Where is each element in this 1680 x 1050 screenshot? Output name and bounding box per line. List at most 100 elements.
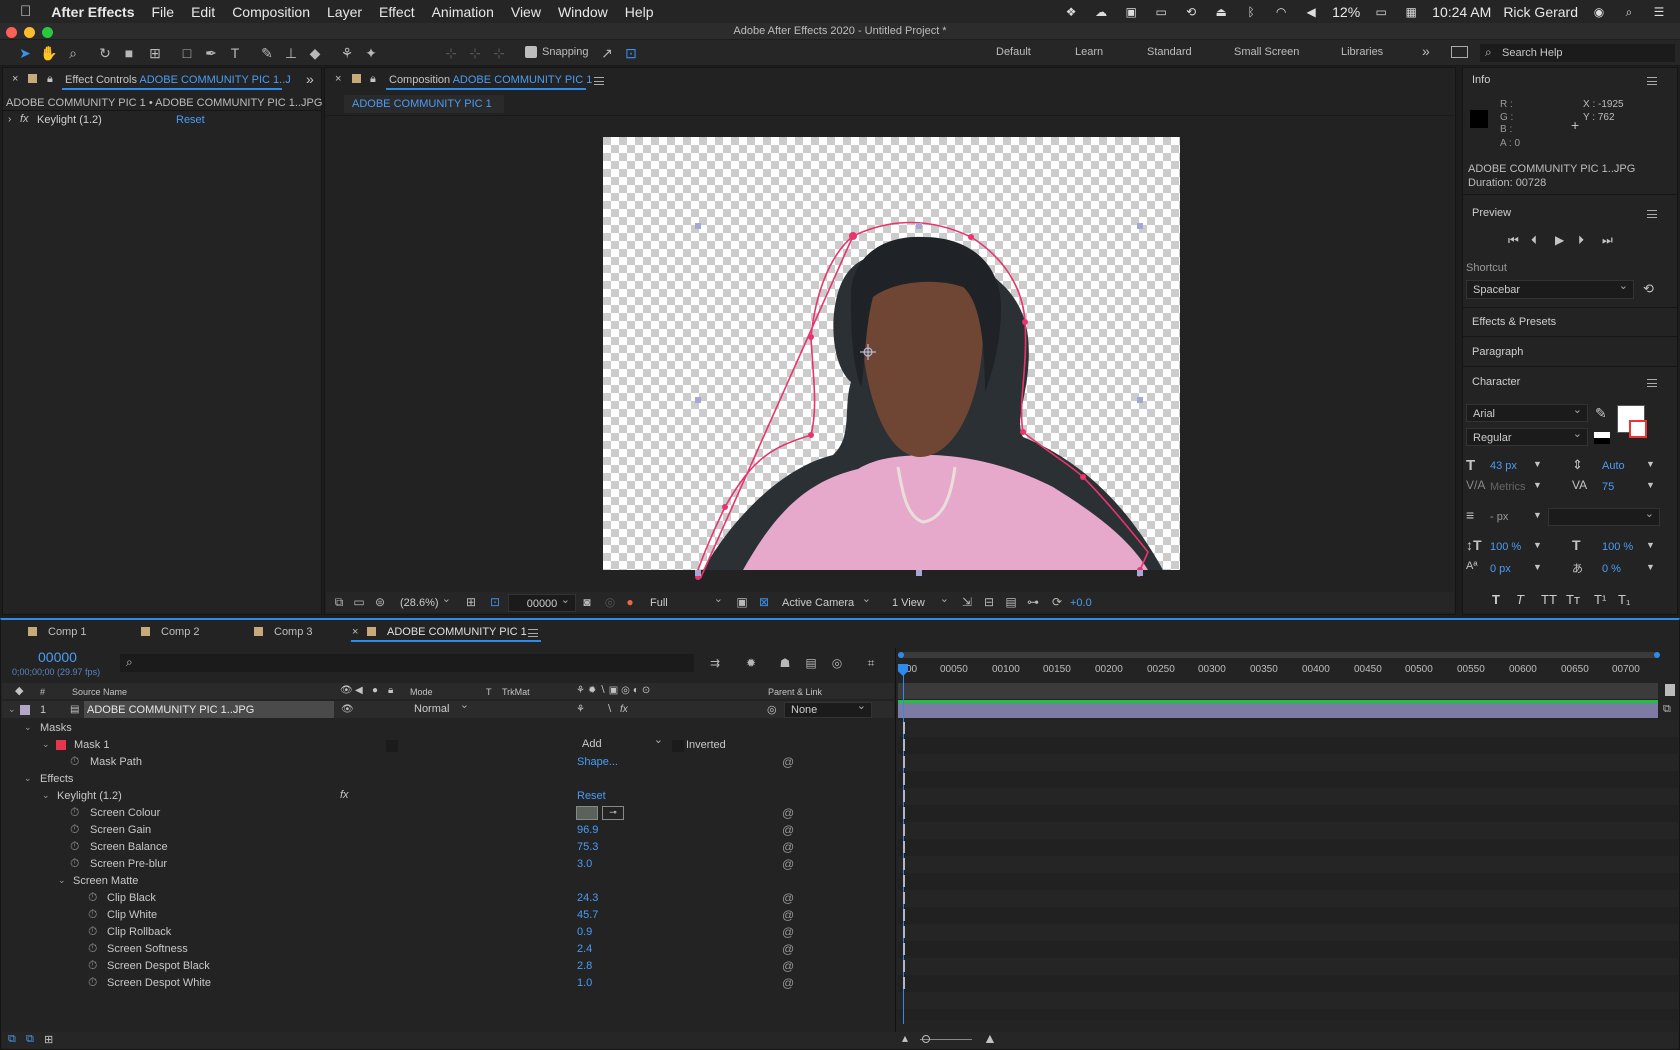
panel-menu-icon[interactable] — [594, 77, 604, 85]
stopwatch-icon[interactable]: ⏱︎ — [70, 856, 79, 871]
layer-expand-icon[interactable]: ⌄ — [8, 704, 16, 715]
user-name[interactable]: Rick Gerard — [1503, 4, 1578, 20]
expand-icon[interactable]: ⌄ — [42, 790, 50, 801]
workspace-default[interactable]: Default — [996, 46, 1031, 58]
zoom-window-button[interactable] — [42, 27, 53, 38]
masks-group-row[interactable]: ⌄ Masks — [4, 720, 831, 736]
panel-overflow-icon[interactable]: » — [306, 71, 314, 87]
apple-icon[interactable]:  — [20, 3, 31, 20]
axis-view-icon[interactable]: ⊹ — [490, 44, 508, 62]
workspace-standard[interactable]: Standard — [1147, 46, 1192, 58]
property-value[interactable]: 3.0 — [577, 858, 592, 870]
mask-1-row[interactable]: ⌄ Mask 1 Add Inverted — [4, 733, 831, 753]
expand-icon[interactable]: ⌄ — [42, 739, 50, 750]
fx-icon[interactable]: fx — [340, 789, 349, 801]
app-status-icon[interactable]: ▣ — [1122, 5, 1140, 19]
disclosure-triangle-icon[interactable]: › — [8, 114, 11, 125]
property-value[interactable]: 2.4 — [577, 943, 592, 955]
tracking-value[interactable]: 75 — [1602, 481, 1614, 493]
vertical-scale-value[interactable]: 100 % — [1490, 541, 1521, 553]
lock-icon[interactable]: 🔒︎ — [370, 73, 376, 86]
notification-center-icon[interactable]: ☰ — [1650, 5, 1668, 19]
work-area-range[interactable] — [898, 683, 1658, 699]
stroke-color-swatch[interactable] — [1629, 420, 1647, 438]
stroke-width-dropdown-icon[interactable]: ▼ — [1533, 510, 1542, 520]
preview-menu-icon[interactable] — [1647, 210, 1657, 218]
stopwatch-icon[interactable]: ⏱︎ — [88, 907, 97, 922]
layer-label-color[interactable] — [20, 705, 30, 715]
clip-black-row[interactable]: ⏱︎ Clip Black 24.3 @ — [4, 890, 831, 906]
default-colors-icon[interactable] — [1594, 432, 1610, 444]
font-size-dropdown-icon[interactable]: ▼ — [1533, 459, 1542, 469]
close-tab-icon[interactable]: × — [352, 626, 358, 638]
close-tab-icon[interactable]: × — [335, 73, 341, 85]
axis-world-icon[interactable]: ⊹ — [466, 44, 484, 62]
property-value[interactable]: 45.7 — [577, 909, 598, 921]
spotlight-icon[interactable]: ⌕ — [1620, 5, 1638, 19]
snap-edges-icon[interactable]: ↗ — [598, 44, 616, 62]
zoom-slider-thumb[interactable] — [922, 1035, 930, 1043]
font-size-value[interactable]: 43 px — [1490, 460, 1517, 472]
paragraph-title[interactable]: Paragraph — [1472, 346, 1523, 358]
workspace-menu-icon[interactable] — [1451, 46, 1468, 58]
expression-pickwhip-icon[interactable]: @ — [782, 976, 794, 990]
expand-icon[interactable]: ⌄ — [24, 722, 32, 733]
play-icon[interactable]: ▶ — [1555, 233, 1564, 247]
siri-icon[interactable]: ◉ — [1590, 5, 1608, 19]
layer-out-icon[interactable]: ⧉ — [1663, 703, 1675, 717]
close-window-button[interactable] — [6, 27, 17, 38]
keylight-reset-link[interactable]: Reset — [577, 790, 606, 802]
eyedropper-icon[interactable]: ⊸ — [602, 806, 624, 820]
draft-3d-icon[interactable]: ✹ — [742, 654, 760, 672]
calendar-icon[interactable]: ▦ — [1402, 5, 1420, 19]
hand-tool-icon[interactable]: ✋ — [40, 44, 58, 62]
property-value[interactable]: 75.3 — [577, 841, 598, 853]
kerning-value[interactable]: Metrics — [1490, 481, 1525, 493]
column-parent[interactable]: Parent & Link — [768, 687, 822, 697]
mask-mode-dropdown[interactable]: Add — [576, 733, 668, 753]
toggle-3d-view-icon[interactable]: ⊟ — [980, 593, 998, 611]
current-time-display[interactable]: 00000 — [38, 649, 77, 665]
screen-despot-white-row[interactable]: ⏱︎ Screen Despot White 1.0 @ — [4, 975, 831, 991]
motion-blur-icon[interactable]: ◎ — [828, 654, 846, 672]
superscript-button[interactable]: T¹ — [1594, 592, 1606, 607]
magnification-dropdown[interactable]: (28.6%) — [394, 590, 456, 612]
stroke-width-value[interactable]: - px — [1490, 511, 1508, 523]
shortcut-dropdown[interactable]: Spacebar — [1466, 277, 1634, 299]
tsume-value[interactable]: 0 % — [1602, 563, 1621, 575]
roto-brush-tool-icon[interactable]: ⚘ — [338, 44, 356, 62]
stopwatch-icon[interactable]: ⏱︎ — [70, 839, 79, 854]
menu-window[interactable]: Window — [558, 4, 608, 20]
app-menu[interactable]: After Effects — [51, 4, 134, 20]
rectangle-tool-icon[interactable]: □ — [178, 44, 196, 62]
comp-marker-bin-icon[interactable] — [1665, 684, 1675, 696]
property-value[interactable]: 24.3 — [577, 892, 598, 904]
airplay-icon[interactable]: ⏏ — [1212, 5, 1230, 19]
screen-gain-row[interactable]: ⏱︎ Screen Gain 96.9 @ — [4, 822, 831, 838]
faux-italic-button[interactable]: T — [1516, 592, 1524, 607]
screen-pre-blur-row[interactable]: ⏱︎ Screen Pre-blur 3.0 @ — [4, 856, 831, 872]
comp-mini-flowchart-icon[interactable]: ⇉ — [706, 654, 724, 672]
effect-controls-tab[interactable]: Effect Controls ADOBE COMMUNITY PIC 1..J — [65, 74, 291, 86]
dropbox-icon[interactable]: ❖ — [1062, 5, 1080, 19]
exposure-value[interactable]: +0.0 — [1070, 597, 1092, 609]
property-value[interactable]: 96.9 — [577, 824, 598, 836]
font-family-dropdown[interactable]: Arial — [1466, 401, 1588, 422]
expression-pickwhip-icon[interactable]: @ — [782, 823, 794, 837]
mask-path-row[interactable]: ⏱︎ Mask Path Shape... @ — [4, 754, 831, 770]
next-frame-icon[interactable]: ⏵ — [1578, 233, 1584, 248]
camera-tool-icon[interactable]: ■ — [120, 44, 138, 62]
effects-switch-icon[interactable]: fx — [620, 704, 628, 715]
expression-pickwhip-icon[interactable]: @ — [782, 755, 794, 769]
subscript-button[interactable]: T₁ — [1618, 592, 1630, 607]
puppet-tool-icon[interactable]: ✦ — [362, 44, 380, 62]
first-frame-icon[interactable]: ⏮ — [1508, 233, 1519, 248]
comp-breadcrumb[interactable]: ADOBE COMMUNITY PIC 1 — [344, 95, 504, 113]
more-workspaces-icon[interactable]: » — [1422, 43, 1430, 59]
layer-visibility-icon[interactable]: 👁︎ — [341, 704, 354, 715]
column-mode[interactable]: Mode — [410, 687, 433, 697]
timeline-tab-active[interactable]: ADOBE COMMUNITY PIC 1 — [387, 626, 527, 638]
fx-icon[interactable]: fx — [20, 113, 29, 125]
work-area-end-handle[interactable] — [1654, 652, 1660, 658]
wifi-icon[interactable]: ◠ — [1272, 5, 1290, 19]
